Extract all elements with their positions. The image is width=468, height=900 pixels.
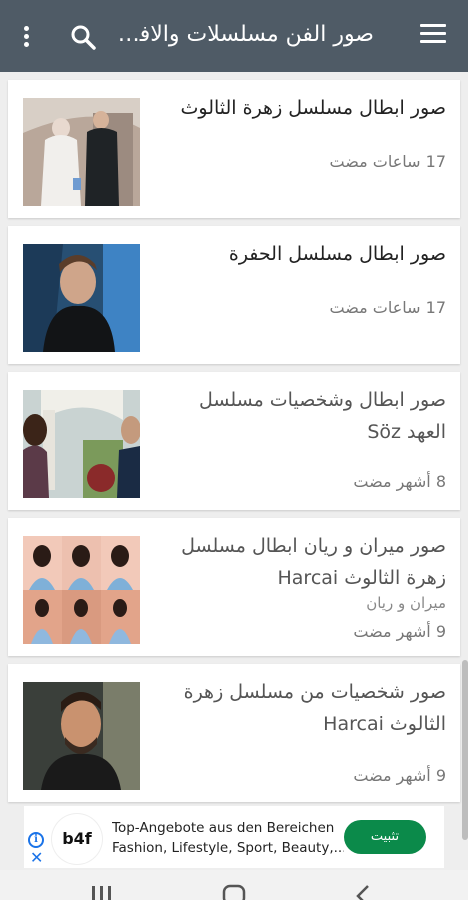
list-item[interactable]: صور ابطال مسلسل الحفرة 17 ساعات مضت [8, 226, 460, 364]
ad-logo: b4f [52, 814, 102, 864]
recent-apps-icon[interactable] [90, 884, 114, 900]
more-options-icon[interactable] [22, 26, 30, 48]
ad-install-button[interactable]: تثبيت [344, 820, 426, 854]
list-item[interactable]: صور ابطال وشخصيات مسلسل العهد Söz 8 أشهر… [8, 372, 460, 510]
app-bar: صور الفن مسلسلات والافلام [0, 0, 468, 72]
article-thumbnail [23, 244, 140, 352]
item-time: 17 ساعات مضت [329, 298, 446, 317]
item-title: صور ميران و ريان ابطال مسلسل زهرة الثالو… [181, 535, 446, 589]
item-time: 9 أشهر مضت [353, 766, 446, 785]
ad-close-icon[interactable]: ✕ [30, 850, 43, 866]
item-title: صور ابطال مسلسل زهرة الثالوث [180, 97, 447, 119]
article-thumbnail [23, 536, 140, 644]
ad-info-icon[interactable]: i [28, 832, 44, 848]
article-thumbnail [23, 682, 140, 790]
list-item[interactable]: صور ابطال مسلسل زهرة الثالوث 17 ساعات مض… [8, 80, 460, 218]
item-title: صور شخصيات من مسلسل زهرة الثالوث Harcai [183, 681, 446, 735]
article-thumbnail [23, 390, 140, 498]
article-list: صور ابطال مسلسل زهرة الثالوث 17 ساعات مض… [8, 80, 460, 810]
scrollbar[interactable] [462, 660, 468, 840]
item-time: 17 ساعات مضت [329, 152, 446, 171]
item-subtitle: ميران و ريان [366, 594, 446, 612]
item-time: 9 أشهر مضت [353, 622, 446, 641]
system-nav-bar [0, 870, 468, 900]
list-item[interactable]: صور ميران و ريان ابطال مسلسل زهرة الثالو… [8, 518, 460, 656]
search-icon[interactable] [70, 24, 96, 50]
ad-banner[interactable]: i ✕ b4f Top-Angebote aus den Bereichen F… [24, 806, 444, 868]
home-icon[interactable] [222, 884, 246, 900]
app-title: صور الفن مسلسلات والافلام [114, 22, 374, 47]
hamburger-menu-icon[interactable] [420, 24, 446, 46]
item-title: صور ابطال وشخصيات مسلسل العهد Söz [199, 389, 446, 443]
back-icon[interactable] [352, 884, 376, 900]
ad-text: Top-Angebote aus den Bereichen Fashion, … [112, 818, 344, 858]
ad-text-line1: Top-Angebote aus den Bereichen [112, 820, 335, 836]
ad-text-line2: Fashion, Lifestyle, Sport, Beauty,... [112, 840, 344, 856]
item-time: 8 أشهر مضت [353, 472, 446, 491]
item-title: صور ابطال مسلسل الحفرة [228, 243, 446, 265]
list-item[interactable]: صور شخصيات من مسلسل زهرة الثالوث Harcai … [8, 664, 460, 802]
article-thumbnail [23, 98, 140, 206]
